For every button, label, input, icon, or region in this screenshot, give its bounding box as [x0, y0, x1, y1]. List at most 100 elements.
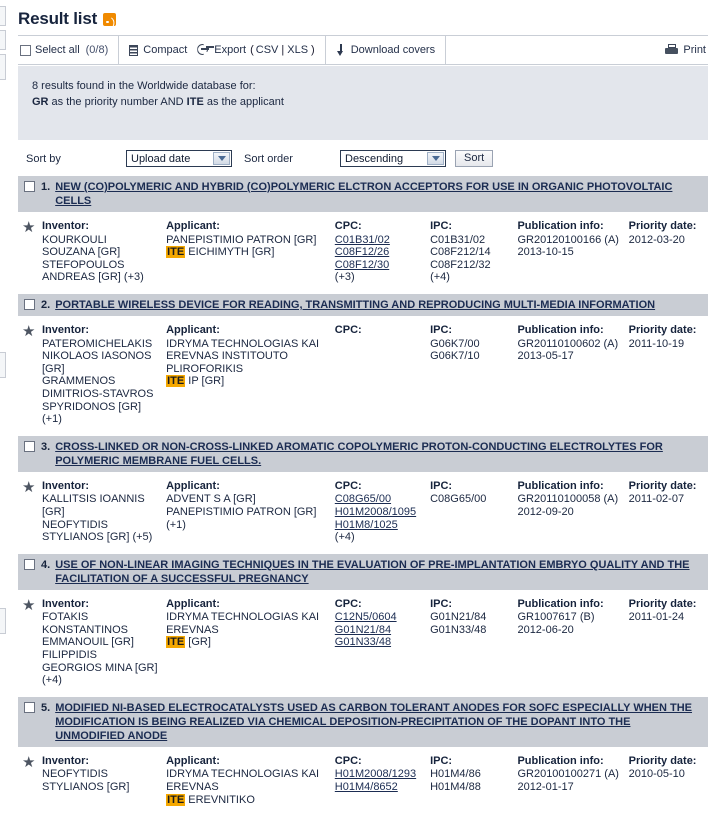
- publication-info-value: GR20120100166 (A): [517, 233, 619, 246]
- publication-info-column: Publication info: GR20110100602 (A) 2013-0…: [517, 324, 628, 363]
- inventor-column-header: Inventor:: [42, 597, 90, 610]
- applicant-name: (+1): [166, 518, 186, 531]
- applicant-column-header: Applicant:: [166, 479, 220, 492]
- applicant-column: Applicant: IDRYMA TECHNOLOGIAS KAI EREVNA…: [166, 755, 335, 806]
- sort-by-select[interactable]: Upload date: [126, 150, 232, 167]
- publication-info-value: GR20100100271 (A): [517, 768, 619, 781]
- edge-stub-1: [0, 6, 6, 26]
- inventor-name: PATEROMICHELAKIS NIKOLAOS IASONOS [GR]: [42, 337, 153, 375]
- result-title-link[interactable]: CROSS-LINKED OR NON-CROSS-LINKED AROMATI…: [55, 440, 702, 468]
- summary-line-2: GR as the priority number AND ITE as the…: [32, 94, 694, 110]
- ipc-column-header: IPC:: [430, 479, 453, 492]
- result-title-link[interactable]: MODIFIED NI-BASED ELECTROCATALYSTS USED …: [55, 701, 702, 743]
- ipc-code: G01N21/84: [430, 611, 487, 624]
- priority-date-value: 2010-05-10: [628, 768, 685, 781]
- sort-button[interactable]: Sort: [455, 150, 494, 167]
- print-button[interactable]: Print: [665, 36, 708, 64]
- chevron-down-icon[interactable]: [427, 152, 444, 165]
- result-checkbox[interactable]: [24, 558, 35, 570]
- result-title-link[interactable]: USE OF NON-LINEAR IMAGING TECHNIQUES IN …: [55, 558, 702, 586]
- favourite-star-icon[interactable]: ★: [22, 324, 42, 339]
- cpc-code-link[interactable]: H01M2008/1293: [335, 768, 422, 781]
- select-all-control[interactable]: Select all (0/8): [18, 36, 118, 64]
- favourite-star-icon[interactable]: ★: [22, 598, 42, 613]
- result-item: 4. USE OF NON-LINEAR IMAGING TECHNIQUES I…: [18, 553, 708, 697]
- inventor-column-header: Inventor:: [42, 479, 90, 492]
- export-control[interactable]: Export ( CSV | XLS ): [197, 36, 324, 64]
- sort-by-value: Upload date: [131, 152, 191, 165]
- inventor-name: FOTAKIS KONSTANTINOS EMMANOUIL [GR]: [42, 611, 134, 649]
- priority-date-column-header: Priority date:: [628, 597, 697, 610]
- cpc-code-link[interactable]: H01M2008/1095: [335, 506, 422, 519]
- compact-view-button[interactable]: Compact: [129, 36, 197, 64]
- result-number: 5.: [41, 701, 51, 714]
- applicant-name: ITE [GR]: [166, 636, 211, 649]
- cpc-code-link[interactable]: C08G65/00: [335, 493, 422, 506]
- cpc-code-link[interactable]: C12N5/0604: [335, 611, 422, 624]
- cpc-column: CPC: C08G65/00 H01M2008/1095 H01M8/1025 (+4): [335, 480, 430, 544]
- export-csv-link[interactable]: CSV: [256, 44, 279, 56]
- highlight-term: ITE: [166, 375, 186, 388]
- applicant-name: ITE EICHIMYTH [GR]: [166, 246, 275, 259]
- ipc-code: G01N33/48: [430, 623, 487, 636]
- result-checkbox[interactable]: [24, 181, 35, 192]
- download-covers-button[interactable]: Download covers: [336, 36, 445, 64]
- inventor-name: FILIPPIDIS GEORGIOS MINA [GR] (+4): [42, 649, 158, 687]
- ipc-column-header: IPC:: [430, 323, 453, 336]
- result-header: 2. PORTABLE WIRELESS DEVICE FOR READING, …: [18, 293, 708, 316]
- result-title-link[interactable]: NEW (CO)POLYMERIC AND HYBRID (CO)POLYMER…: [55, 180, 702, 208]
- priority-date-value: 2012-03-20: [628, 233, 685, 246]
- rss-feed-icon[interactable]: [103, 12, 117, 26]
- priority-date-column: Priority date: 2012-03-20: [629, 220, 708, 246]
- result-item: 1. NEW (CO)POLYMERIC AND HYBRID (CO)POLYM…: [18, 176, 708, 294]
- favourite-star-icon[interactable]: ★: [22, 755, 42, 770]
- cpc-more-count: (+4): [334, 531, 355, 544]
- publication-info-value: GR20110100602 (A): [517, 337, 619, 350]
- toolbar-divider-3: [445, 36, 447, 64]
- cpc-column-header: CPC:: [334, 479, 362, 492]
- edge-stub-4: [0, 352, 6, 378]
- cpc-code-link[interactable]: G01N21/84: [335, 624, 422, 637]
- select-all-checkbox[interactable]: [20, 44, 31, 56]
- priority-date-column: Priority date: 2011-10-19: [629, 324, 708, 350]
- favourite-star-icon[interactable]: ★: [22, 480, 42, 495]
- cpc-code-link[interactable]: H01M8/1025: [335, 519, 422, 532]
- results-list: 1. NEW (CO)POLYMERIC AND HYBRID (CO)POLYM…: [18, 176, 708, 816]
- result-title-link[interactable]: PORTABLE WIRELESS DEVICE FOR READING, TR…: [55, 298, 655, 312]
- export-icon: [197, 44, 210, 56]
- cpc-code-link[interactable]: G01N33/48: [335, 636, 422, 649]
- cpc-column-header: CPC:: [334, 220, 362, 232]
- publication-info-column-header: Publication info:: [517, 754, 604, 767]
- result-item: 3. CROSS-LINKED OR NON-CROSS-LINKED AROMA…: [18, 435, 708, 554]
- summary-applicant-term: ITE: [186, 96, 204, 108]
- toolbar-divider-2: [324, 36, 326, 64]
- cpc-code-link[interactable]: H01M4/8652: [335, 781, 422, 794]
- publication-info-column-header: Publication info:: [517, 597, 604, 610]
- result-checkbox[interactable]: [24, 298, 35, 310]
- applicant-name: IDRYMA TECHNOLOGIAS KAI EREVNAS INSTITOU…: [166, 337, 320, 375]
- publication-info-column-header: Publication info:: [517, 323, 604, 336]
- chevron-down-icon[interactable]: [213, 152, 230, 165]
- result-header: 3. CROSS-LINKED OR NON-CROSS-LINKED AROMA…: [18, 435, 708, 472]
- result-checkbox[interactable]: [24, 440, 35, 452]
- priority-date-column-header: Priority date:: [628, 220, 697, 232]
- cpc-code-link[interactable]: C01B31/02: [335, 234, 422, 247]
- ipc-column: IPC: C01B31/02 C08F212/14 C08F212/32 (+4): [430, 220, 517, 284]
- ipc-code: H01M4/88: [430, 781, 481, 794]
- applicant-name: IDRYMA TECHNOLOGIAS KAI EREVNAS: [166, 768, 320, 794]
- publication-info-column: Publication info: GR20110100058 (A) 2012-0…: [517, 480, 628, 519]
- cpc-code-link[interactable]: C08F12/30: [335, 259, 422, 272]
- select-all-label: Select all: [35, 44, 80, 56]
- highlight-term: ITE: [166, 246, 186, 259]
- toolbar: Select all (0/8) Compact Export ( CSV | …: [18, 35, 708, 65]
- priority-date-column-header: Priority date:: [628, 323, 697, 336]
- inventor-column: Inventor: FOTAKIS KONSTANTINOS EMMANOUIL …: [42, 598, 166, 687]
- export-xls-link[interactable]: XLS: [287, 44, 308, 56]
- ipc-more-count: (+4): [430, 271, 450, 284]
- inventor-name: KOURKOULI SOUZANA [GR]: [42, 233, 121, 259]
- cpc-code-link[interactable]: C08F12/26: [335, 246, 422, 259]
- favourite-star-icon[interactable]: ★: [22, 220, 42, 235]
- result-checkbox[interactable]: [24, 701, 35, 713]
- priority-date-value: 2011-02-07: [628, 493, 685, 506]
- sort-order-select[interactable]: Descending: [340, 150, 446, 167]
